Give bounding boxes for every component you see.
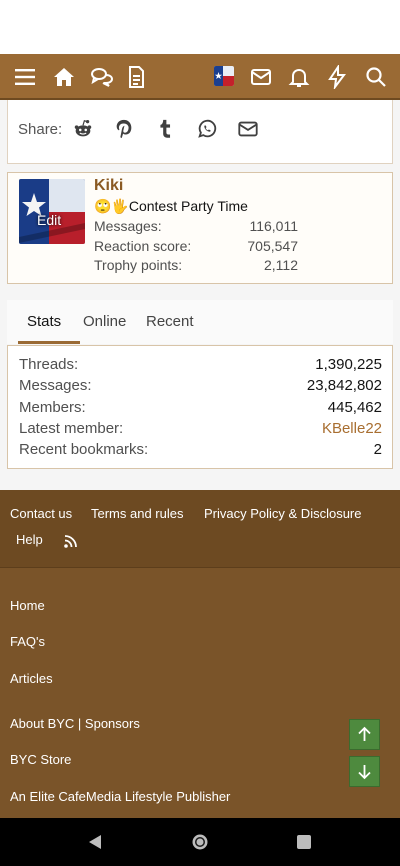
top-navbar — [0, 54, 400, 100]
pinterest-icon[interactable] — [113, 118, 135, 140]
forums-icon[interactable] — [90, 65, 114, 89]
stat-label: Threads: — [19, 356, 79, 373]
inbox-icon[interactable] — [249, 65, 273, 89]
forum-stats-panel: Threads: 1,390,225 Messages: 23,842,802 … — [7, 345, 393, 469]
stat-row-bookmarks: Recent bookmarks: 2 — [19, 441, 382, 461]
tumblr-icon[interactable] — [154, 118, 176, 140]
stat-label: Recent bookmarks: — [19, 441, 149, 458]
stat-label: Latest member: — [19, 420, 124, 437]
stat-label: Members: — [19, 399, 86, 416]
articles-icon[interactable] — [124, 65, 148, 89]
member-card: Edit Kiki 🙄🖐Contest Party Time Messages:… — [7, 172, 393, 284]
member-reaction-label: Reaction score: — [94, 238, 192, 254]
scroll-top-button[interactable] — [349, 719, 380, 750]
stats-tabs: Stats Online Recent — [7, 300, 393, 344]
search-icon[interactable] — [364, 65, 388, 89]
tab-recent[interactable]: Recent — [146, 313, 194, 330]
share-label: Share: — [18, 121, 63, 138]
member-reaction-value: 705,547 — [247, 238, 298, 254]
stat-row-members: Members: 445,462 — [19, 399, 382, 419]
rss-icon[interactable] — [63, 533, 79, 549]
whats-new-icon[interactable] — [325, 65, 349, 89]
stat-value: 445,462 — [327, 399, 382, 416]
footer-link-contact[interactable]: Contact us — [10, 506, 72, 521]
latest-member-link[interactable]: KBelle22 — [322, 420, 382, 437]
alerts-icon[interactable] — [287, 65, 311, 89]
tab-online[interactable]: Online — [83, 313, 126, 330]
footer-link-faq[interactable]: FAQ's — [10, 634, 45, 649]
system-nav-bar — [0, 818, 400, 866]
tab-stats[interactable]: Stats — [27, 313, 61, 330]
member-trophy-label: Trophy points: — [94, 257, 183, 273]
footer-link-terms[interactable]: Terms and rules — [91, 506, 183, 521]
footer-link-help[interactable]: Help — [16, 532, 43, 547]
avatar-edit-overlay[interactable]: Edit — [37, 212, 61, 228]
stat-row-latest-member: Latest member: KBelle22 — [19, 420, 382, 440]
scroll-bottom-button[interactable] — [349, 756, 380, 787]
stat-row-messages: Messages: 23,842,802 — [19, 377, 382, 397]
member-avatar[interactable]: Edit — [19, 179, 85, 244]
footer-links-bar: Contact us Terms and rules Privacy Polic… — [0, 490, 400, 568]
stat-value: 23,842,802 — [306, 377, 382, 394]
member-title: 🙄🖐Contest Party Time — [94, 198, 248, 214]
stat-value: 2 — [373, 441, 382, 458]
footer-main: Home FAQ's Articles About BYC | Sponsors… — [0, 568, 400, 818]
home-icon[interactable] — [52, 65, 76, 89]
arrow-down-icon — [358, 765, 371, 780]
user-avatar[interactable] — [214, 66, 234, 86]
stat-row-threads: Threads: 1,390,225 — [19, 356, 382, 376]
stat-label: Messages: — [19, 377, 92, 394]
member-messages-value: 116,011 — [249, 218, 298, 234]
member-name[interactable]: Kiki — [94, 177, 123, 195]
back-icon[interactable] — [86, 833, 104, 851]
footer-link-about[interactable]: About BYC | Sponsors — [10, 716, 140, 731]
active-tab-indicator — [18, 341, 80, 344]
menu-icon[interactable] — [13, 65, 37, 89]
footer-link-home[interactable]: Home — [10, 598, 45, 613]
footer-link-cafemedia[interactable]: An Elite CafeMedia Lifestyle Publisher — [10, 789, 230, 804]
recents-icon[interactable] — [296, 834, 312, 850]
member-trophy-value: 2,112 — [264, 257, 298, 273]
reddit-icon[interactable] — [72, 118, 94, 140]
status-bar — [0, 0, 400, 54]
footer-link-privacy[interactable]: Privacy Policy & Disclosure — [204, 506, 362, 521]
footer-link-articles[interactable]: Articles — [10, 671, 53, 686]
footer-link-store[interactable]: BYC Store — [10, 752, 71, 767]
share-panel: Share: — [7, 100, 393, 164]
member-messages-label: Messages: — [94, 218, 162, 234]
home-circle-icon[interactable] — [191, 833, 209, 851]
whatsapp-icon[interactable] — [196, 118, 218, 140]
stat-value: 1,390,225 — [315, 356, 382, 373]
arrow-up-icon — [358, 726, 371, 741]
email-icon[interactable] — [237, 118, 259, 140]
